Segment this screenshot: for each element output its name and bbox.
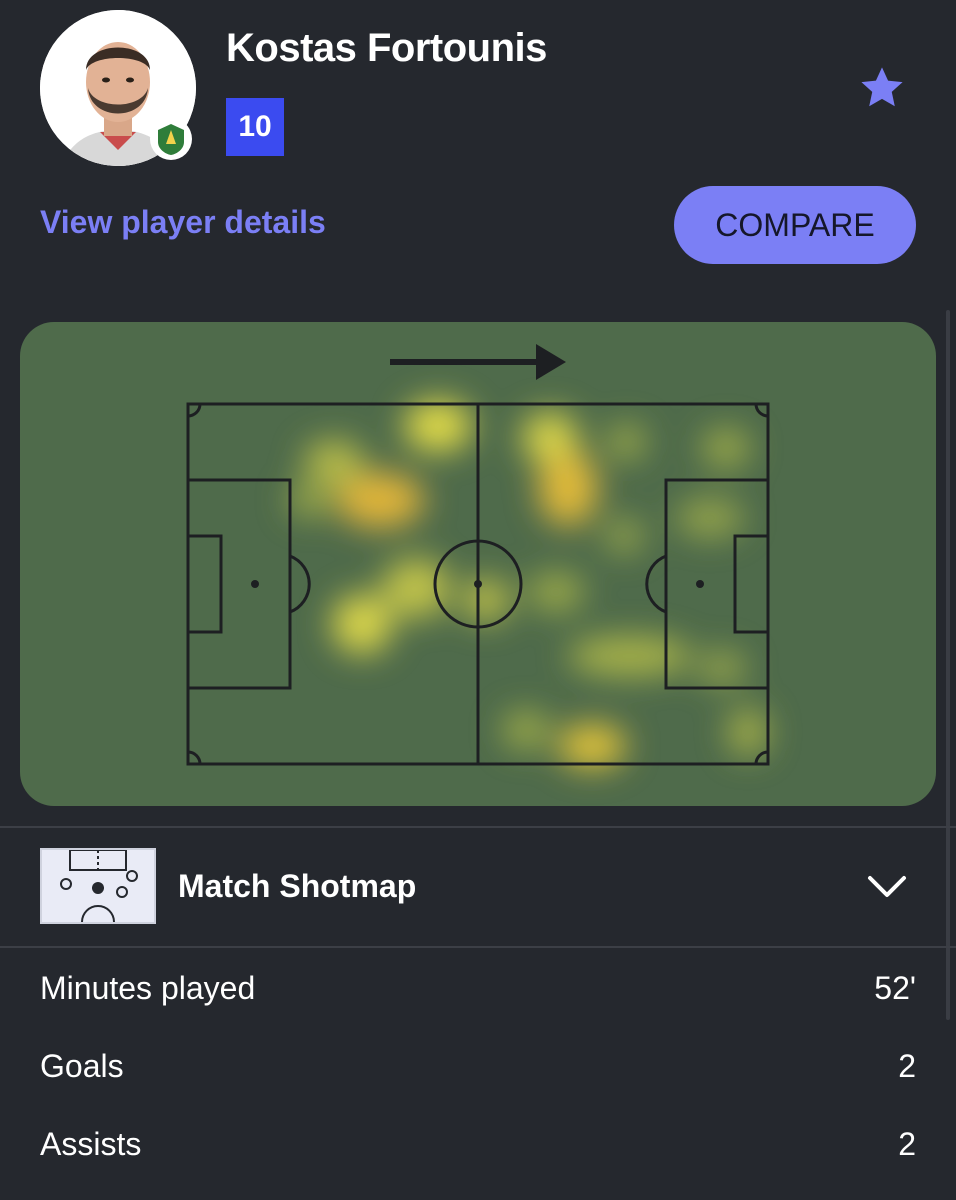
stat-value: 2 — [898, 1126, 916, 1162]
direction-arrow-icon — [390, 344, 566, 380]
stat-value: 2 — [898, 1048, 916, 1084]
stat-row-assists: Assists 2 — [0, 1118, 956, 1178]
stat-label: Assists — [40, 1126, 142, 1162]
team-crest-icon — [150, 118, 192, 160]
star-icon[interactable] — [856, 62, 908, 114]
stat-value: 52' — [874, 970, 916, 1006]
shirt-number-badge: 10 — [226, 98, 284, 156]
stat-label: Goals — [40, 1048, 124, 1084]
stat-row-minutes: Minutes played 52' — [0, 962, 956, 1022]
stat-label: Minutes played — [40, 970, 256, 1006]
view-player-details-link[interactable]: View player details — [40, 204, 326, 241]
player-name: Kostas Fortounis — [226, 26, 547, 70]
compare-button[interactable]: COMPARE — [674, 186, 916, 264]
heatmap-card — [20, 322, 936, 806]
stat-row-goals: Goals 2 — [0, 1040, 956, 1100]
divider — [0, 946, 956, 948]
match-shotmap-toggle[interactable]: Match Shotmap — [0, 828, 956, 946]
heatmap-pitch — [186, 344, 770, 768]
shotmap-title: Match Shotmap — [178, 868, 417, 904]
chevron-down-icon[interactable] — [866, 872, 908, 902]
shotmap-thumbnail-icon — [40, 848, 156, 924]
